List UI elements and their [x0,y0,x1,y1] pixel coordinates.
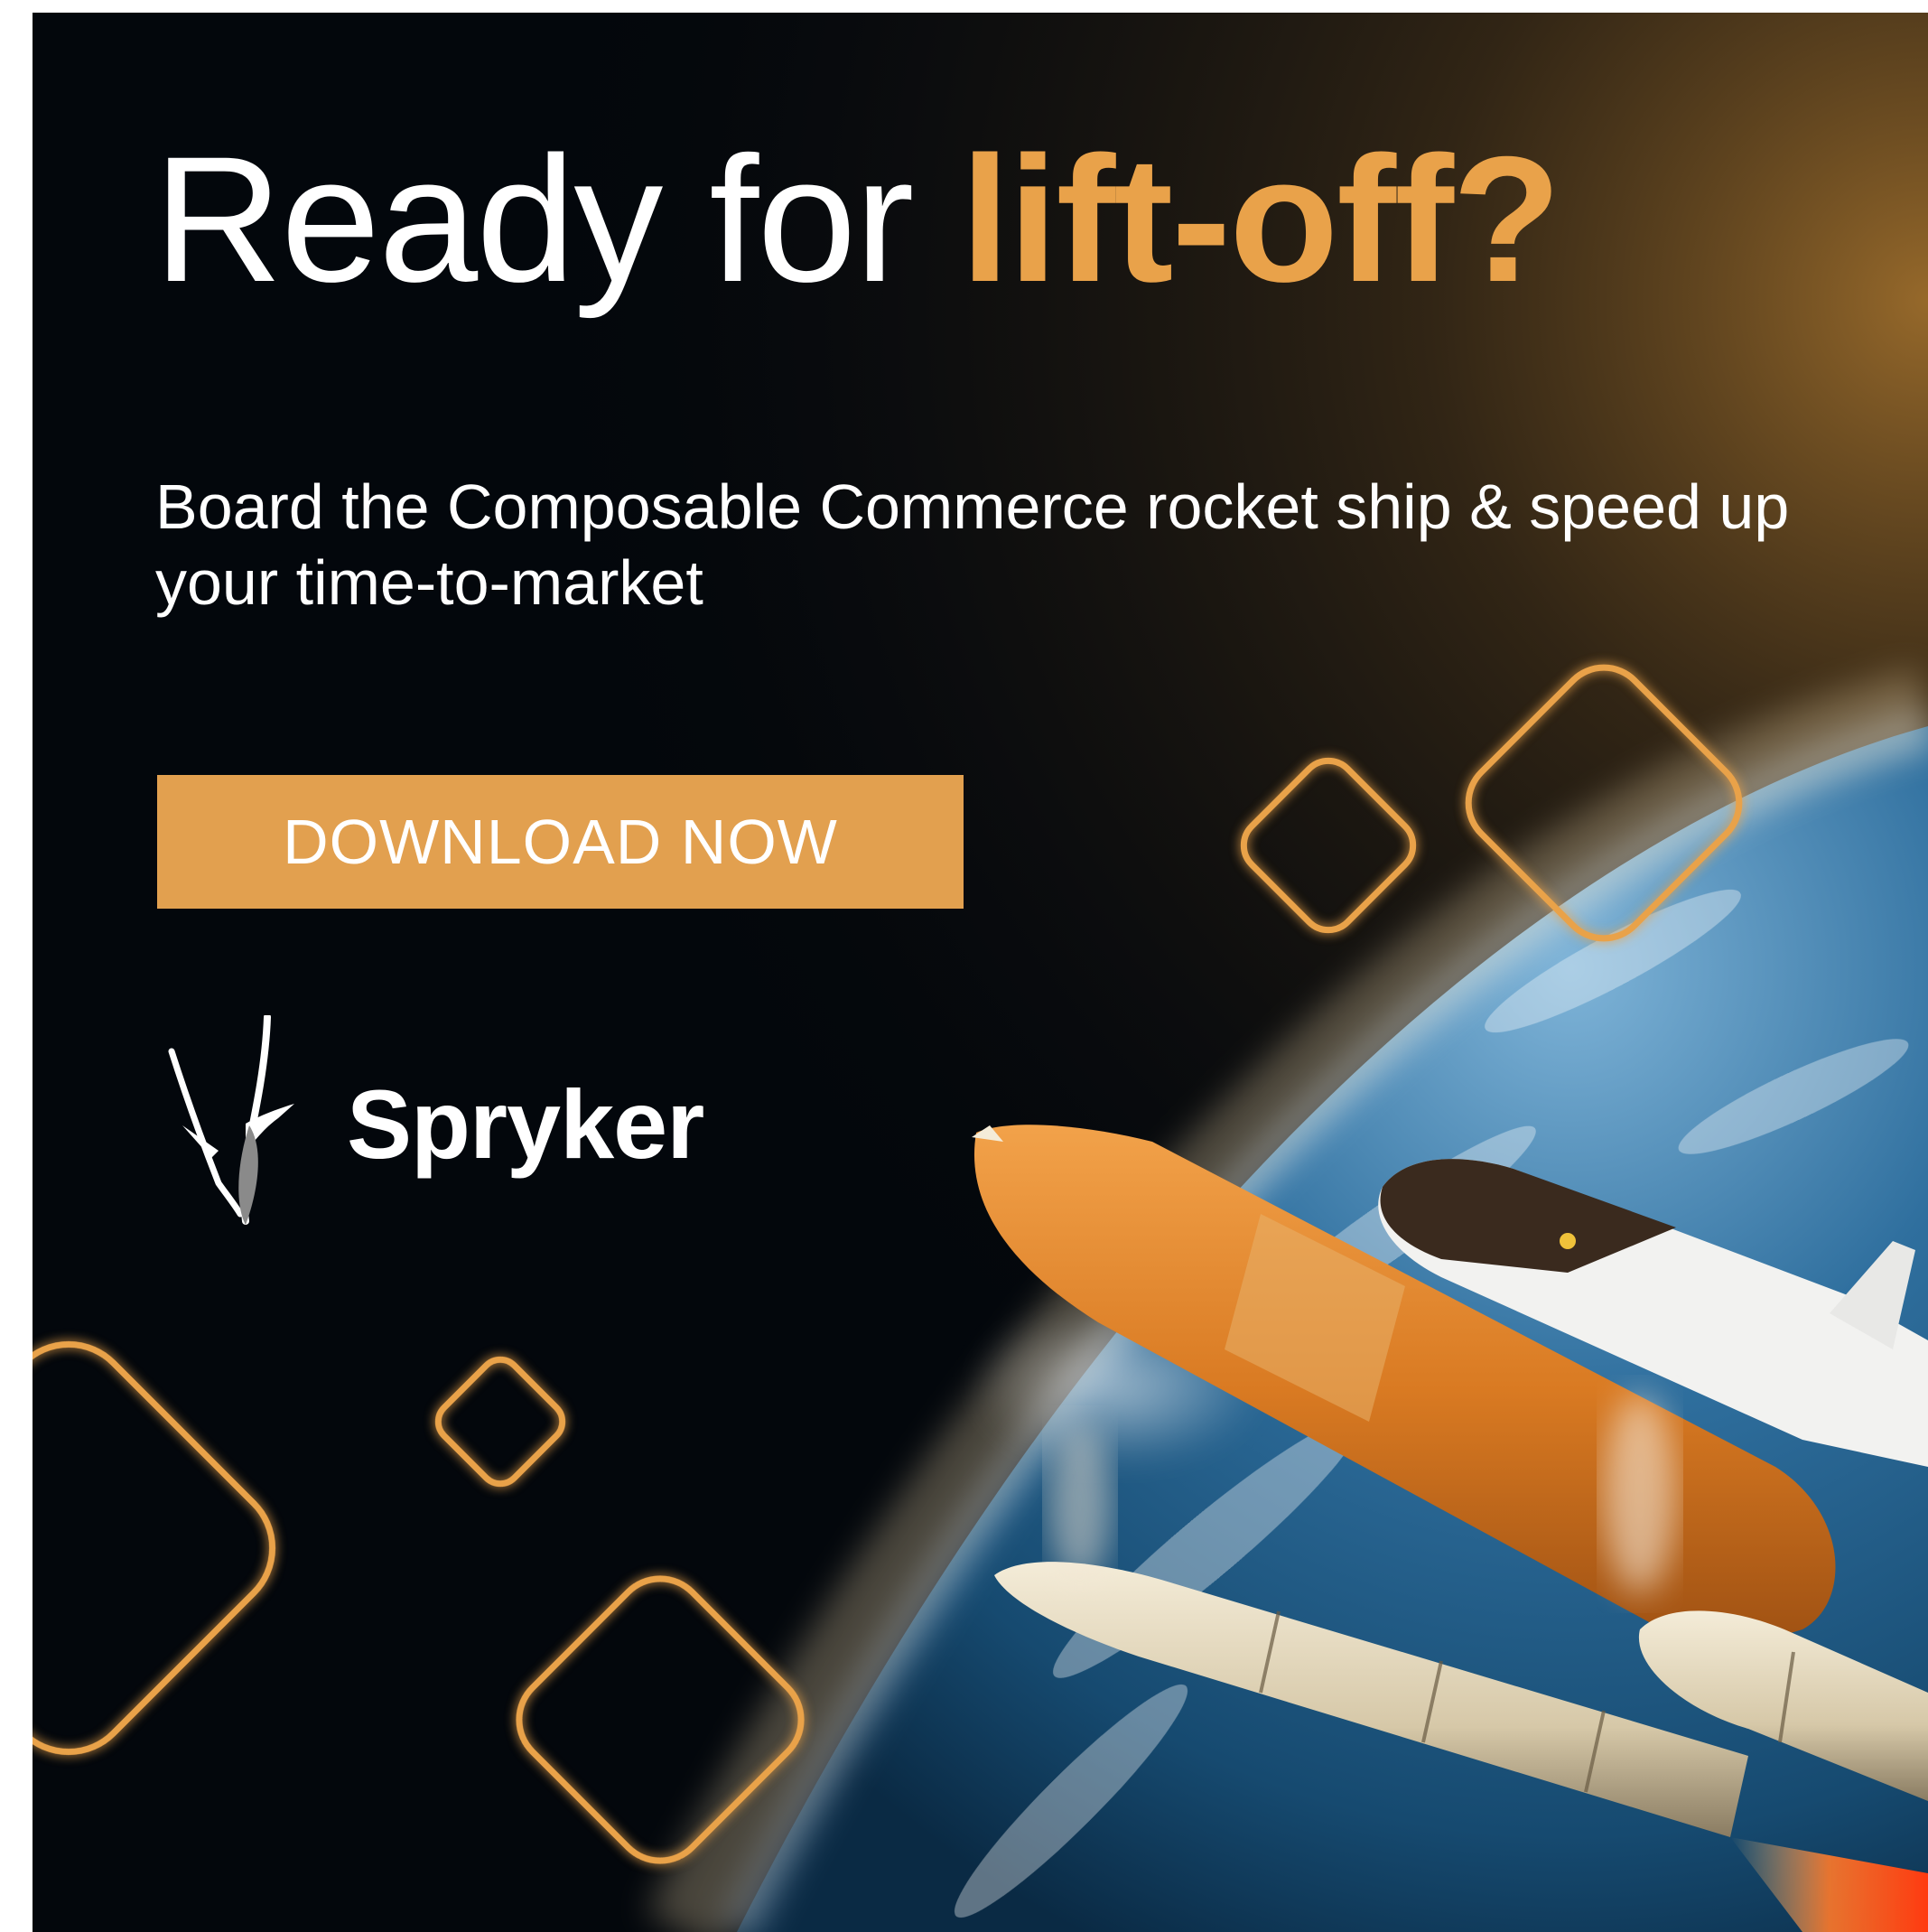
headline: Ready for lift-off? [154,119,1561,319]
download-now-button[interactable]: DOWNLOAD NOW [157,775,964,909]
brand-name: Spryker [347,1069,704,1179]
brand-logo[interactable]: Spryker [159,1015,704,1232]
spryker-logo-icon [168,1015,294,1225]
subheadline: Board the Composable Commerce rocket shi… [155,471,1790,618]
headline-text: Ready for [154,119,961,319]
headline-accent: lift-off? [960,119,1561,319]
ad-banner[interactable]: Ready for lift-off? Board the Composable… [33,13,1928,1932]
